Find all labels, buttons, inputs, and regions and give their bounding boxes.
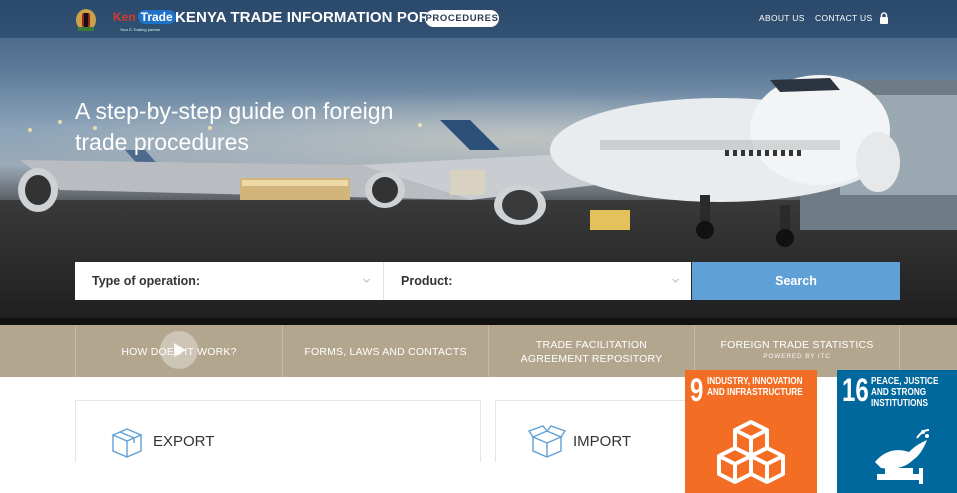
import-box-icon [528,425,566,458]
menu-divider [0,318,957,325]
procedures-badge[interactable]: PROCEDURES [425,10,499,27]
portal-title[interactable]: KENYA TRADE INFORMATION PORTAL [175,9,458,26]
logo-trade-text: Trade [137,10,176,24]
chevron-down-icon [672,278,679,283]
tfa-label-line1: TRADE FACILITATION [535,339,648,351]
sdg-16-title-line3: INSTITUTIONS [871,398,928,409]
kentrade-logo[interactable]: Ken Trade [113,10,176,24]
product-select[interactable]: Product: [384,262,691,300]
operation-type-select[interactable]: Type of operation: [75,262,384,300]
logo-ken-text: Ken [113,10,136,24]
export-label: EXPORT [153,433,215,450]
dove-gavel-icon [875,429,930,484]
export-card[interactable]: EXPORT [75,400,481,462]
forms-laws-contacts-link[interactable]: FORMS, LAWS AND CONTACTS [282,325,488,377]
lock-icon[interactable] [879,12,889,24]
hero-banner: Ken Trade Your E-Trading partner KENYA TR… [0,0,957,318]
trade-stats-label: FOREIGN TRADE STATISTICS [720,339,874,351]
sdg-16-title: PEACE, JUSTICE AND STRONG INSTITUTIONS [871,376,938,409]
search-button[interactable]: Search [692,262,900,300]
play-triangle-icon [174,343,186,357]
product-label: Product: [401,274,453,288]
logo-tagline: Your E-Trading partner [120,27,161,32]
import-card[interactable]: IMPORT [495,400,701,462]
sdg-9-title: INDUSTRY, INNOVATION AND INFRASTRUCTURE [707,376,803,398]
hero-headline: A step-by-step guide on foreign trade pr… [75,98,394,155]
play-icon[interactable] [160,331,198,369]
kenya-coat-of-arms-icon[interactable] [75,8,97,32]
about-us-link[interactable]: ABOUT US [759,13,805,23]
sdg-9-title-line1: INDUSTRY, INNOVATION [707,376,803,387]
tfa-repository-link[interactable]: TRADE FACILITATION AGREEMENT REPOSITORY [488,325,694,377]
contact-us-link[interactable]: CONTACT US [815,13,872,23]
sdg-goal-9-tile[interactable]: 9 INDUSTRY, INNOVATION AND INFRASTRUCTUR… [685,370,817,493]
export-box-icon [111,428,143,458]
sdg-9-title-line2: AND INFRASTRUCTURE [707,387,803,398]
import-label: IMPORT [573,433,632,450]
top-navigation: Ken Trade Your E-Trading partner KENYA TR… [0,0,957,38]
sdg-16-number: 16 [842,372,869,408]
procedure-search-bar: Type of operation: Product: Search [75,262,900,300]
sdg-16-title-line2: AND STRONG [871,387,927,398]
chevron-down-icon [363,278,370,283]
tfa-label-line2: AGREEMENT REPOSITORY [520,353,663,365]
sdg-9-number: 9 [690,372,704,408]
sdg-goal-16-tile[interactable]: 16 PEACE, JUSTICE AND STRONG INSTITUTION… [837,370,957,493]
sdg-16-title-line1: PEACE, JUSTICE [871,376,939,387]
forms-laws-contacts-label: FORMS, LAWS AND CONTACTS [304,346,467,358]
operation-type-label: Type of operation: [92,274,201,288]
powered-by-itc-label: POWERED BY ITC [763,353,831,360]
stacked-cubes-icon [717,420,785,484]
